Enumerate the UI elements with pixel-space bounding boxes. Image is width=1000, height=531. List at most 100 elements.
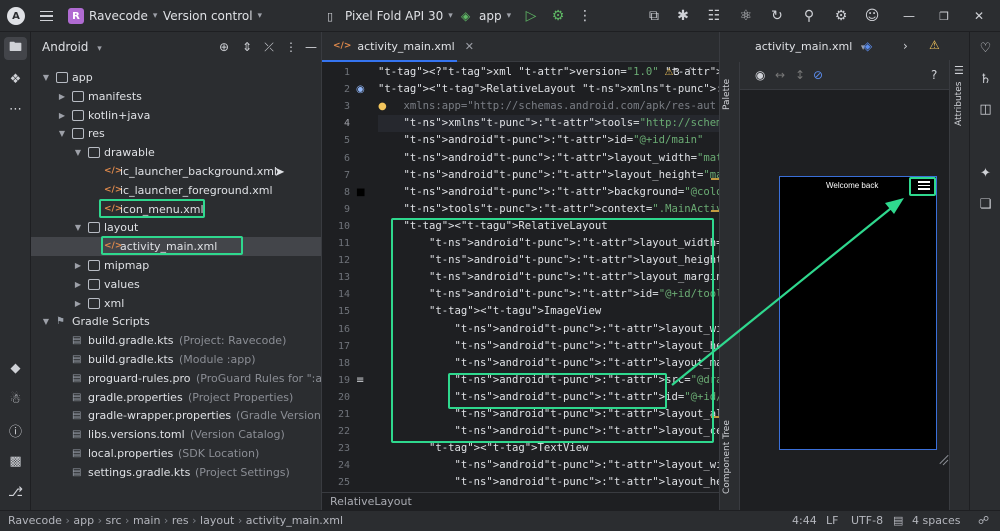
tree-item[interactable]: ▼ ⚑ Gradle Scripts	[31, 312, 321, 331]
drawable-preview-icon[interactable]: ≡	[356, 372, 364, 389]
code-line[interactable]: "t-ns">tools"t-punc">:"t-attr">context="…	[378, 201, 720, 218]
inspection-widget[interactable]: ⚠3 ˄	[664, 67, 693, 78]
code-line[interactable]: xmlns:app="http://schemas.android.com/ap…	[378, 98, 717, 115]
resource-manager-icon[interactable]: ❖	[4, 68, 27, 91]
hide-panel-icon[interactable]: —	[303, 39, 319, 55]
collapse-all-icon[interactable]: ⤫	[261, 39, 277, 55]
lock-icon[interactable]: ☍	[978, 514, 989, 527]
component-tree-tab[interactable]: Component Tree	[722, 420, 732, 494]
tree-item[interactable]: ▼ app	[31, 68, 321, 87]
breadcrumb-item[interactable]: activity_main.xml	[246, 514, 343, 527]
gradle-tool-icon[interactable]: ♄	[974, 68, 997, 91]
logcat-icon[interactable]: ☃	[4, 388, 27, 411]
device-preview[interactable]: Welcome back	[779, 176, 937, 450]
device-mirror-icon[interactable]: ◫	[974, 98, 997, 121]
code-line[interactable]: "t-ns">android"t-punc">:"t-attr">layout_…	[378, 150, 720, 167]
vertical-constraint-icon[interactable]: ↕	[795, 68, 805, 82]
chevron-down-icon[interactable]: ▼	[57, 124, 67, 143]
horizontal-constraint-icon[interactable]: ↔	[775, 68, 785, 82]
magnet-icon[interactable]: ⊘	[813, 68, 823, 82]
tree-item[interactable]: ▶ mipmap	[31, 256, 321, 275]
resize-handle-icon[interactable]	[936, 453, 949, 466]
terminal-icon[interactable]: ▩	[4, 450, 27, 473]
editor-breadcrumb[interactable]: RelativeLayout	[330, 495, 412, 508]
sdk-manager-icon[interactable]: ☷	[705, 0, 723, 32]
chevron-down-icon[interactable]: ▼	[41, 68, 51, 87]
code-line[interactable]: "t-ns">android"t-punc">:"t-attr">layout_…	[378, 474, 720, 491]
code-line[interactable]: "t-ns">android"t-punc">:"t-attr">backgro…	[378, 184, 720, 201]
help-icon[interactable]: ?	[931, 68, 937, 82]
indent-setting[interactable]: 4 spaces	[912, 514, 961, 527]
project-view-selector[interactable]: Android ▾	[42, 40, 102, 54]
code-line[interactable]: "t-ns">xmlns"t-punc">:"t-attr">tools="ht…	[378, 115, 720, 133]
file-encoding[interactable]: UTF-8	[851, 514, 883, 527]
gemini-icon[interactable]: ✦	[974, 162, 997, 185]
tree-item[interactable]: ▶ kotlin+java	[31, 106, 321, 125]
tree-item[interactable]: ▼ layout	[31, 218, 321, 237]
git-icon[interactable]: ⎇	[4, 481, 27, 504]
minimize-icon[interactable]: —	[900, 0, 918, 32]
more-tools-icon[interactable]: ⋯	[4, 98, 27, 121]
locate-file-icon[interactable]: ⊕	[216, 39, 232, 55]
run-icon[interactable]: ▷	[522, 0, 540, 32]
code-line[interactable]: "t-ns">android"t-punc">:"t-attr">id="@+i…	[378, 132, 704, 149]
attributes-icon[interactable]: ☰	[954, 64, 964, 77]
design-link-icon[interactable]: ◉	[356, 81, 365, 98]
running-devices-icon[interactable]: ❏	[974, 193, 997, 216]
tree-item[interactable]: ▤ libs.versions.toml (Version Catalog)	[31, 425, 321, 444]
bug-report-icon[interactable]: ⚛	[737, 0, 755, 32]
chevron-right-icon[interactable]: ▶	[57, 87, 67, 106]
project-tool-icon[interactable]: 🖿	[4, 37, 27, 60]
tree-item[interactable]: ▤ local.properties (SDK Location)	[31, 444, 321, 463]
breadcrumb-item[interactable]: src	[105, 514, 121, 527]
build-variants-icon[interactable]: ◆	[4, 357, 27, 380]
run-config-selector[interactable]: ◈ app ▾	[461, 0, 511, 32]
close-tab-icon[interactable]: ✕	[465, 40, 474, 53]
attributes-tab[interactable]: Attributes	[954, 82, 964, 126]
tree-item[interactable]: ▤ gradle-wrapper.properties (Gradle Versio…	[31, 406, 325, 425]
tree-item[interactable]: ▶ xml	[31, 294, 321, 313]
account-icon[interactable]: ☺	[863, 0, 881, 32]
restore-icon[interactable]: ❐	[935, 0, 953, 32]
chevron-down-icon[interactable]: ▼	[41, 312, 51, 331]
caret-position[interactable]: 4:44	[792, 514, 817, 527]
breadcrumb-item[interactable]: layout	[200, 514, 234, 527]
vcs-selector[interactable]: Version control ▾	[163, 0, 262, 32]
chevron-right-icon[interactable]: ▶	[73, 275, 83, 294]
chevron-down-icon[interactable]: ▼	[73, 218, 83, 237]
notifications-icon[interactable]: ♡	[974, 37, 997, 60]
tree-item[interactable]: ▼ res	[31, 124, 321, 143]
tree-item[interactable]: </> ic_launcher_foreground.xml	[31, 181, 321, 200]
tree-item[interactable]: ▶ values	[31, 275, 321, 294]
view-options-icon[interactable]: ◉	[755, 68, 765, 82]
code-line[interactable]: "t-ns">android"t-punc">:"t-attr">layout_…	[378, 457, 720, 474]
chevron-right-icon[interactable]: ▶	[73, 256, 83, 275]
android-studio-logo-icon[interactable]: A	[7, 7, 25, 25]
tree-item[interactable]: ▤ gradle.properties (Project Properties)	[31, 388, 321, 407]
main-menu-icon[interactable]	[37, 0, 55, 32]
problems-icon[interactable]: ⓘ	[4, 419, 27, 442]
code-line[interactable]: "t-tag"><"t-tag">RelativeLayout "t-ns">x…	[378, 81, 720, 98]
tree-item[interactable]: ▤ proguard-rules.pro (ProGuard Rules for "…	[31, 369, 345, 388]
tab-activity-main[interactable]: </> activity_main.xml ✕	[322, 32, 474, 62]
settings-gear-icon[interactable]: ⚙	[832, 0, 850, 32]
breadcrumb-item[interactable]: main	[133, 514, 160, 527]
more-arrow-icon[interactable]: ›	[903, 39, 908, 53]
line-separator[interactable]: LF	[826, 514, 838, 527]
warning-icon[interactable]: ⚠	[929, 38, 940, 52]
debug-icon[interactable]: ⚙	[549, 0, 567, 32]
tree-item[interactable]: ▼ drawable	[31, 143, 321, 162]
layout-file-selector[interactable]: activity_main.xml ▾	[755, 40, 865, 53]
chevron-right-icon[interactable]: ▶	[57, 106, 67, 125]
color-swatch-icon[interactable]: ■	[356, 184, 365, 201]
device-selector[interactable]: ▯ Pixel Fold API 30 ▾	[327, 0, 453, 32]
tree-item[interactable]: ▤ settings.gradle.kts (Project Settings)	[31, 463, 321, 482]
design-surface-icon[interactable]: ◈	[863, 39, 872, 53]
search-icon[interactable]: ⚲	[800, 0, 818, 32]
more-actions-icon[interactable]: ⋮	[576, 0, 594, 32]
breadcrumb-item[interactable]: app	[73, 514, 94, 527]
sync-icon[interactable]: ↻	[768, 0, 786, 32]
chevron-down-icon[interactable]: ▼	[73, 143, 83, 162]
expand-all-icon[interactable]: ⇕	[239, 39, 255, 55]
translate-icon[interactable]: ✱	[674, 0, 692, 32]
